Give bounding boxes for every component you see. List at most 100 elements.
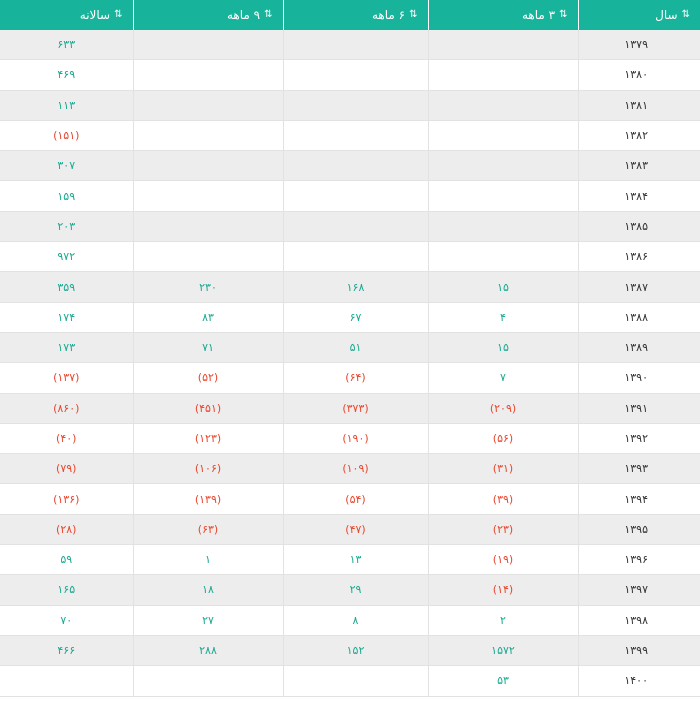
q3-cell: ۲	[427, 605, 578, 636]
year-cell: ۱۳۸۴	[577, 180, 700, 212]
q6-cell: (۱۰۹)	[282, 453, 428, 485]
annual-cell: ۱۵۹	[0, 180, 133, 212]
table-row: ۱۳۸۷ ۱۵ ۱۶۸ ۲۳۰ ۳۵۹	[0, 271, 700, 303]
table-row: ۱۳۹۸ ۲ ۸ ۲۷ ۷۰	[0, 605, 700, 636]
q3-cell: ۱۵	[427, 271, 578, 303]
q9-cell: ۸۳	[132, 302, 283, 333]
sort-arrows-icon[interactable]: ⇅	[264, 10, 272, 20]
q9-cell	[132, 59, 283, 91]
year-cell: ۱۳۹۷	[577, 574, 700, 606]
annual-cell: ۳۵۹	[0, 271, 133, 303]
q3-cell: ۵۳	[427, 665, 578, 697]
annual-cell: (۲۸)	[0, 514, 133, 546]
table-header: ⇅ سال ⇅ ۳ ماهه ⇅ ۶ ماهه ⇅ ۹ ماهه ⇅ سالان…	[0, 0, 700, 30]
q3-cell	[427, 241, 578, 273]
q6-cell	[282, 120, 428, 152]
q6-cell: ۱۶۸	[282, 271, 428, 303]
column-header-6-month[interactable]: ⇅ ۶ ماهه	[282, 0, 428, 30]
q6-cell	[282, 665, 428, 697]
q3-cell: (۲۰۹)	[427, 393, 578, 424]
q3-cell: (۳۹)	[427, 483, 578, 515]
annual-cell: (۷۹)	[0, 453, 133, 485]
data-table-container: ⇅ سال ⇅ ۳ ماهه ⇅ ۶ ماهه ⇅ ۹ ماهه ⇅ سالان…	[0, 0, 700, 706]
earnings-table: ⇅ سال ⇅ ۳ ماهه ⇅ ۶ ماهه ⇅ ۹ ماهه ⇅ سالان…	[0, 0, 700, 697]
year-cell: ۱۳۸۰	[577, 59, 700, 91]
q9-cell	[132, 30, 283, 61]
table-row: ۱۳۸۳ ۳۰۷	[0, 150, 700, 182]
annual-cell: ۲۰۳	[0, 211, 133, 243]
q9-cell: ۱	[132, 544, 283, 576]
annual-cell: ۴۶۹	[0, 59, 133, 91]
annual-cell: (۸۶۰)	[0, 393, 133, 424]
column-header-9-month[interactable]: ⇅ ۹ ماهه	[132, 0, 283, 30]
column-header-annual[interactable]: ⇅ سالانه	[0, 0, 133, 30]
year-cell: ۱۳۸۶	[577, 241, 700, 273]
q3-cell	[427, 180, 578, 212]
q9-cell	[132, 180, 283, 212]
q9-cell	[132, 665, 283, 697]
sort-arrows-icon[interactable]: ⇅	[409, 10, 417, 20]
table-row: ۱۳۸۰ ۴۶۹	[0, 59, 700, 91]
q3-cell	[427, 90, 578, 121]
year-cell: ۱۳۸۸	[577, 302, 700, 333]
q6-cell: (۵۴)	[282, 483, 428, 515]
year-cell: ۱۳۸۷	[577, 271, 700, 303]
q9-cell	[132, 120, 283, 152]
q3-cell	[427, 120, 578, 152]
q3-cell: (۲۳)	[427, 514, 578, 546]
q6-cell	[282, 150, 428, 182]
sort-arrows-icon[interactable]: ⇅	[114, 10, 122, 20]
q3-cell	[427, 30, 578, 61]
year-cell: ۱۳۹۹	[577, 635, 700, 667]
year-cell: ۱۳۹۰	[577, 362, 700, 394]
annual-cell	[0, 665, 133, 697]
q3-cell: ۴	[427, 302, 578, 333]
q9-cell	[132, 150, 283, 182]
sort-numeric-icon[interactable]: ⇅	[682, 10, 690, 20]
year-cell: ۱۳۹۲	[577, 423, 700, 455]
q6-cell	[282, 90, 428, 121]
q9-cell: ۷۱	[132, 332, 283, 364]
table-row: ۱۳۹۲ (۵۶) (۱۹۰) (۱۲۳) (۴۰)	[0, 423, 700, 455]
q3-cell: (۵۶)	[427, 423, 578, 455]
q3-cell	[427, 150, 578, 182]
annual-cell: ۱۷۴	[0, 302, 133, 333]
q6-cell	[282, 30, 428, 61]
annual-cell: (۴۰)	[0, 423, 133, 455]
q6-cell	[282, 180, 428, 212]
q6-cell: (۴۷)	[282, 514, 428, 546]
table-row: ۱۳۹۶ (۱۹) ۱۳ ۱ ۵۹	[0, 544, 700, 576]
column-header-3-month[interactable]: ⇅ ۳ ماهه	[427, 0, 578, 30]
q6-cell: ۱۳	[282, 544, 428, 576]
table-body: ۱۳۷۹ ۶۳۳ ۱۳۸۰ ۴۶۹ ۱۳۸۱ ۱۱۳ ۱۳۸۲ (۱۵۱) ۱۳۸۳ ۳۰…	[0, 30, 700, 697]
column-header-annual-label: سالانه	[79, 8, 111, 22]
column-header-year-label: سال	[655, 8, 678, 22]
year-cell: ۱۳۸۲	[577, 120, 700, 152]
q9-cell	[132, 241, 283, 273]
q6-cell: ۸	[282, 605, 428, 636]
q3-cell	[427, 59, 578, 91]
table-row: ۱۳۹۳ (۳۱) (۱۰۹) (۱۰۶) (۷۹)	[0, 453, 700, 485]
year-cell: ۱۳۸۱	[577, 90, 700, 121]
annual-cell: (۱۳۶)	[0, 483, 133, 515]
table-row: ۱۳۸۴ ۱۵۹	[0, 180, 700, 212]
q9-cell: (۱۰۶)	[132, 453, 283, 485]
q3-cell	[427, 211, 578, 243]
column-header-year[interactable]: ⇅ سال	[577, 0, 700, 30]
annual-cell: ۱۶۵	[0, 574, 133, 606]
year-cell: ۱۳۹۴	[577, 483, 700, 515]
q9-cell: (۱۳۹)	[132, 483, 283, 515]
year-cell: ۱۳۹۶	[577, 544, 700, 576]
table-row: ۱۳۸۸ ۴ ۶۷ ۸۳ ۱۷۴	[0, 302, 700, 333]
year-cell: ۱۳۷۹	[577, 30, 700, 61]
q6-cell: ۱۵۲	[282, 635, 428, 667]
sort-arrows-icon[interactable]: ⇅	[559, 10, 567, 20]
annual-cell: ۷۰	[0, 605, 133, 636]
annual-cell: ۹۷۲	[0, 241, 133, 273]
year-cell: ۱۳۹۱	[577, 393, 700, 424]
q6-cell: ۲۹	[282, 574, 428, 606]
table-row: ۱۳۸۱ ۱۱۳	[0, 90, 700, 121]
annual-cell: ۳۰۷	[0, 150, 133, 182]
q3-cell: ۱۵	[427, 332, 578, 364]
annual-cell: ۶۳۳	[0, 30, 133, 61]
